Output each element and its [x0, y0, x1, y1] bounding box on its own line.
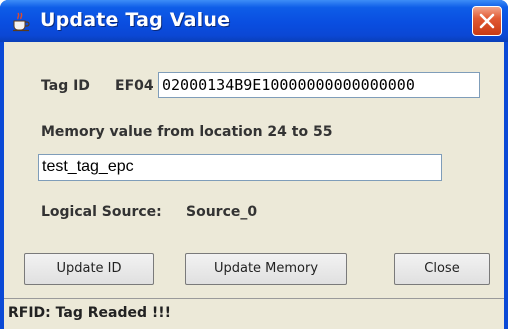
tag-id-prefix: EF04 — [115, 78, 154, 94]
status-bar: RFID: Tag Readed !!! — [4, 298, 504, 329]
close-button[interactable]: Close — [394, 253, 490, 285]
close-icon — [479, 13, 495, 29]
tag-id-input[interactable]: 02000134B9E10000000000000000 — [158, 72, 480, 98]
title-bar[interactable]: Update Tag Value — [0, 0, 508, 42]
java-cup-icon — [10, 10, 32, 32]
update-memory-button[interactable]: Update Memory — [185, 253, 347, 285]
memory-value-label: Memory value from location 24 to 55 — [41, 124, 333, 140]
dialog-window: Update Tag Value Tag ID EF04 02000134B9E… — [0, 0, 508, 329]
logical-source-label: Logical Source: — [41, 204, 162, 220]
close-window-button[interactable] — [472, 6, 502, 36]
window-title: Update Tag Value — [40, 9, 231, 31]
memory-value-input[interactable]: test_tag_epc — [38, 154, 442, 181]
logical-source-value: Source_0 — [186, 204, 258, 220]
tag-id-label: Tag ID — [41, 78, 90, 94]
status-text: RFID: Tag Readed !!! — [8, 305, 172, 321]
update-id-button[interactable]: Update ID — [24, 253, 154, 285]
dialog-content: Tag ID EF04 02000134B9E10000000000000000… — [4, 42, 504, 329]
